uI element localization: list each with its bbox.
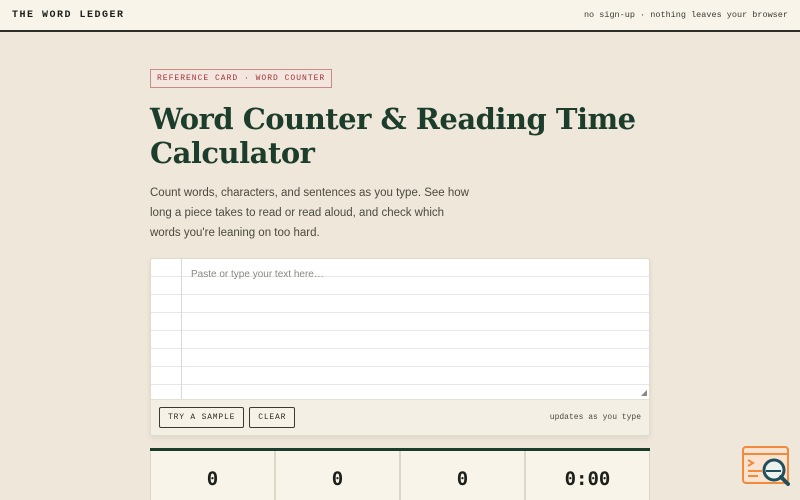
text-input-placeholder[interactable]: Paste or type your text here…: [191, 269, 641, 393]
editor-toolbar: TRY A SAMPLE CLEAR updates as you type: [151, 399, 649, 435]
tagline: no sign-up · nothing leaves your browser: [583, 10, 788, 20]
stat-value: 0: [456, 468, 469, 490]
stat-value: 0: [206, 468, 219, 490]
top-bar: THE WORD LEDGER no sign-up · nothing lea…: [0, 0, 800, 32]
hero: REFERENCE CARD · WORD COUNTER Word Count…: [150, 67, 650, 243]
kicker-badge: REFERENCE CARD · WORD COUNTER: [150, 69, 333, 88]
stat-card: 0: [150, 451, 275, 500]
stat-value: 0: [331, 468, 344, 490]
page-title: Word Counter & Reading Time Calculator: [150, 102, 636, 170]
page-description: Count words, characters, and sentences a…: [150, 187, 469, 239]
search-window-icon[interactable]: [742, 446, 790, 486]
try-sample-button[interactable]: TRY A SAMPLE: [159, 407, 245, 428]
stats-row: 0 0 0 0:00: [150, 448, 650, 500]
clear-button[interactable]: CLEAR: [249, 407, 296, 428]
editor-card: Paste or type your text here… ◢ TRY A SA…: [150, 258, 650, 436]
stat-value: 0:00: [564, 468, 611, 490]
stat-card: 0: [275, 451, 400, 500]
stat-card: 0: [400, 451, 525, 500]
stat-card: 0:00: [525, 451, 650, 500]
resize-grip-icon[interactable]: ◢: [639, 389, 647, 397]
live-update-note: updates as you type: [549, 413, 641, 422]
margin-line: [181, 259, 182, 399]
brand-logo[interactable]: THE WORD LEDGER: [12, 10, 125, 21]
text-editor[interactable]: Paste or type your text here… ◢: [151, 259, 649, 399]
